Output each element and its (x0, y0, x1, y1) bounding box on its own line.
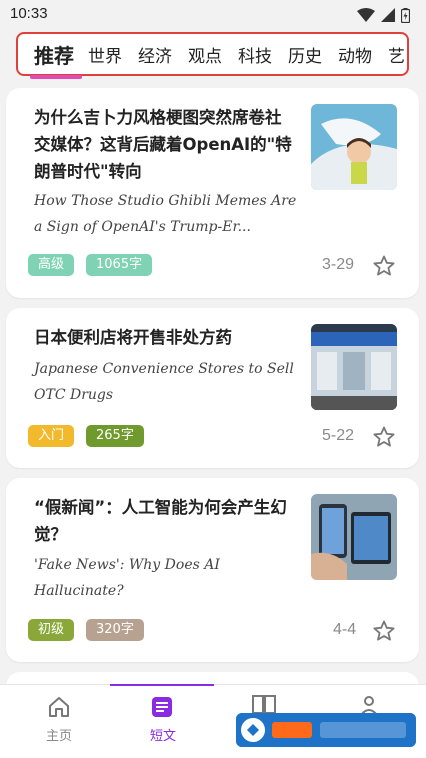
level-badge: 入门 (28, 425, 75, 447)
article-thumbnail (311, 324, 397, 410)
level-badge: 高级 (28, 254, 75, 276)
word-count-badge: 265字 (86, 425, 144, 447)
tab-recommended[interactable]: 推荐 (18, 40, 80, 69)
signal-icon (381, 8, 395, 22)
status-time: 10:33 (10, 5, 48, 22)
wifi-icon (357, 8, 375, 22)
tab-opinion[interactable]: 观点 (180, 42, 230, 67)
status-bar: 10:33 (0, 0, 426, 30)
watermark-logo (236, 713, 416, 747)
active-tab-indicator (30, 75, 82, 79)
article-title: 日本便利店将开售非处方药 (34, 328, 232, 347)
article-date: 3-29 (322, 256, 355, 273)
battery-icon (401, 7, 410, 23)
star-icon[interactable] (372, 254, 396, 278)
article-date: 4-4 (333, 621, 357, 638)
tab-animals[interactable]: 动物 (330, 42, 380, 67)
tab-tech[interactable]: 科技 (230, 42, 280, 67)
tab-economy[interactable]: 经济 (130, 42, 180, 67)
article-card[interactable]: 日本便利店将开售非处方药 Japanese Convenience Stores… (6, 308, 419, 468)
status-icons (357, 7, 410, 23)
level-badge: 初级 (28, 619, 75, 641)
article-title: 为什么吉卜力风格梗图突然席卷社交媒体？这背后藏着OpenAI的"特朗普时代"转向 (34, 108, 292, 181)
tab-world[interactable]: 世界 (80, 42, 130, 67)
article-title: “假新闻”：人工智能为何会产生幻觉？ (34, 498, 287, 544)
nav-home-label: 主页 (45, 729, 72, 744)
article-card[interactable]: 为什么吉卜力风格梗图突然席卷社交媒体？这背后藏着OpenAI的"特朗普时代"转向… (6, 88, 419, 298)
article-subtitle: 'Fake News': Why Does AI Hallucinate? (34, 557, 220, 599)
nav-short-articles[interactable]: 短文 (110, 685, 216, 758)
article-subtitle: Japanese Convenience Stores to Sell OTC … (34, 361, 294, 403)
article-date: 5-22 (322, 427, 355, 444)
home-icon (49, 697, 69, 717)
category-tab-bar: 推荐 世界 经济 观点 科技 历史 动物 艺 (16, 32, 409, 76)
word-count-badge: 320字 (86, 619, 144, 641)
tab-art[interactable]: 艺 (380, 42, 407, 67)
star-icon[interactable] (372, 425, 396, 449)
article-icon (152, 697, 172, 717)
article-subtitle: How Those Studio Ghibli Memes Are a Sign… (34, 193, 297, 235)
article-card[interactable]: “假新闻”：人工智能为何会产生幻觉？ 'Fake News': Why Does… (6, 478, 419, 662)
nav-short-label: 短文 (149, 729, 176, 744)
article-thumbnail (311, 494, 397, 580)
tab-history[interactable]: 历史 (280, 42, 330, 67)
nav-active-indicator (110, 684, 214, 686)
word-count-badge: 1065字 (86, 254, 153, 276)
article-thumbnail (311, 104, 397, 190)
nav-home[interactable]: 主页 (6, 685, 112, 758)
star-icon[interactable] (372, 619, 396, 643)
